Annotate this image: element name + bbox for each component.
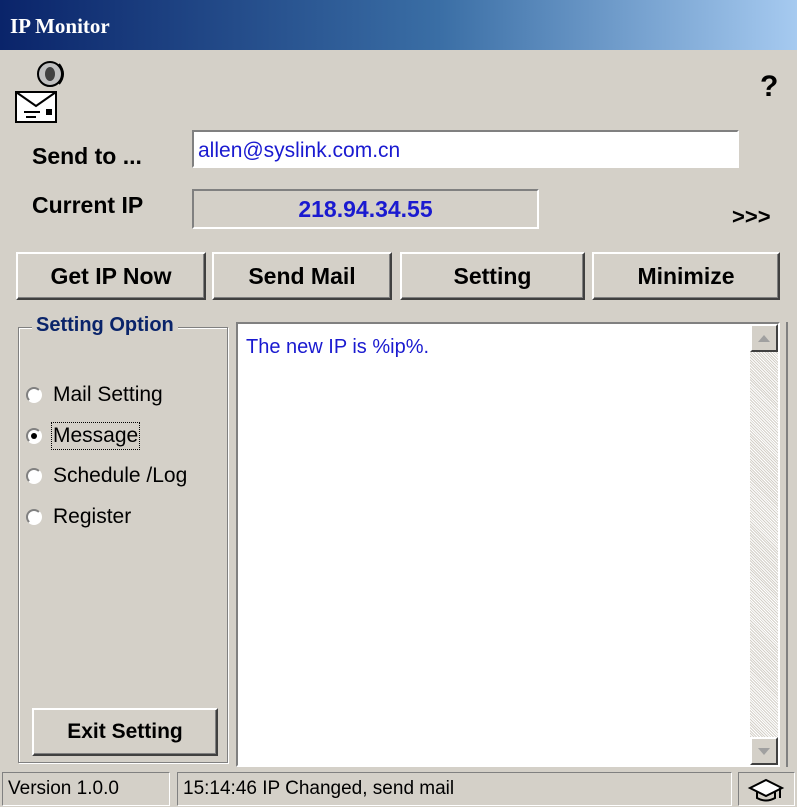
- status-log: 15:14:46 IP Changed, send mail: [177, 772, 732, 806]
- radio-register[interactable]: Register: [26, 502, 131, 532]
- cap-icon: [747, 778, 785, 802]
- radio-circle-selected[interactable]: [26, 428, 42, 444]
- tray-cap-cell[interactable]: [738, 772, 795, 806]
- radio-circle[interactable]: [26, 509, 42, 525]
- right-panel-edge: [786, 322, 797, 767]
- send-mail-button[interactable]: Send Mail: [212, 252, 392, 300]
- scroll-down-button[interactable]: [750, 737, 778, 765]
- vertical-scrollbar[interactable]: [750, 324, 778, 765]
- radio-dot: [31, 433, 37, 439]
- radio-schedule-log[interactable]: Schedule /Log: [26, 461, 187, 491]
- current-ip-label: Current IP: [32, 192, 144, 218]
- title-bar[interactable]: IP Monitor: [0, 0, 797, 50]
- minimize-button[interactable]: Minimize: [592, 252, 780, 300]
- send-to-field[interactable]: allen@syslink.com.cn: [192, 130, 739, 168]
- radio-message[interactable]: Message: [26, 421, 141, 451]
- radio-circle[interactable]: [26, 387, 42, 403]
- arrow-up-icon: [758, 334, 770, 342]
- setting-button[interactable]: Setting: [400, 252, 585, 300]
- status-version: Version 1.0.0: [2, 772, 170, 806]
- message-text: The new IP is %ip%.: [246, 336, 430, 358]
- help-button[interactable]: ?: [760, 70, 778, 104]
- radio-label: Message: [50, 422, 141, 450]
- mail-speaker-icon[interactable]: [10, 58, 72, 126]
- arrow-down-icon: [758, 747, 770, 755]
- exit-setting-button[interactable]: Exit Setting: [32, 708, 218, 756]
- radio-mail-setting[interactable]: Mail Setting: [26, 380, 163, 410]
- radio-label: Register: [53, 505, 132, 528]
- get-ip-now-button[interactable]: Get IP Now: [16, 252, 206, 300]
- send-to-label: Send to ...: [32, 143, 142, 169]
- current-ip-field: 218.94.34.55: [192, 189, 539, 229]
- radio-circle[interactable]: [26, 468, 42, 484]
- radio-label: Mail Setting: [53, 383, 163, 406]
- scroll-up-button[interactable]: [750, 324, 778, 352]
- setting-option-title: Setting Option: [32, 314, 178, 337]
- expand-button[interactable]: >>>: [732, 204, 771, 230]
- radio-label: Schedule /Log: [53, 464, 188, 487]
- message-textarea[interactable]: The new IP is %ip%.: [236, 322, 780, 767]
- window-title: IP Monitor: [10, 14, 110, 38]
- send-to-value: allen@syslink.com.cn: [198, 139, 401, 162]
- current-ip-value: 218.94.34.55: [298, 195, 433, 222]
